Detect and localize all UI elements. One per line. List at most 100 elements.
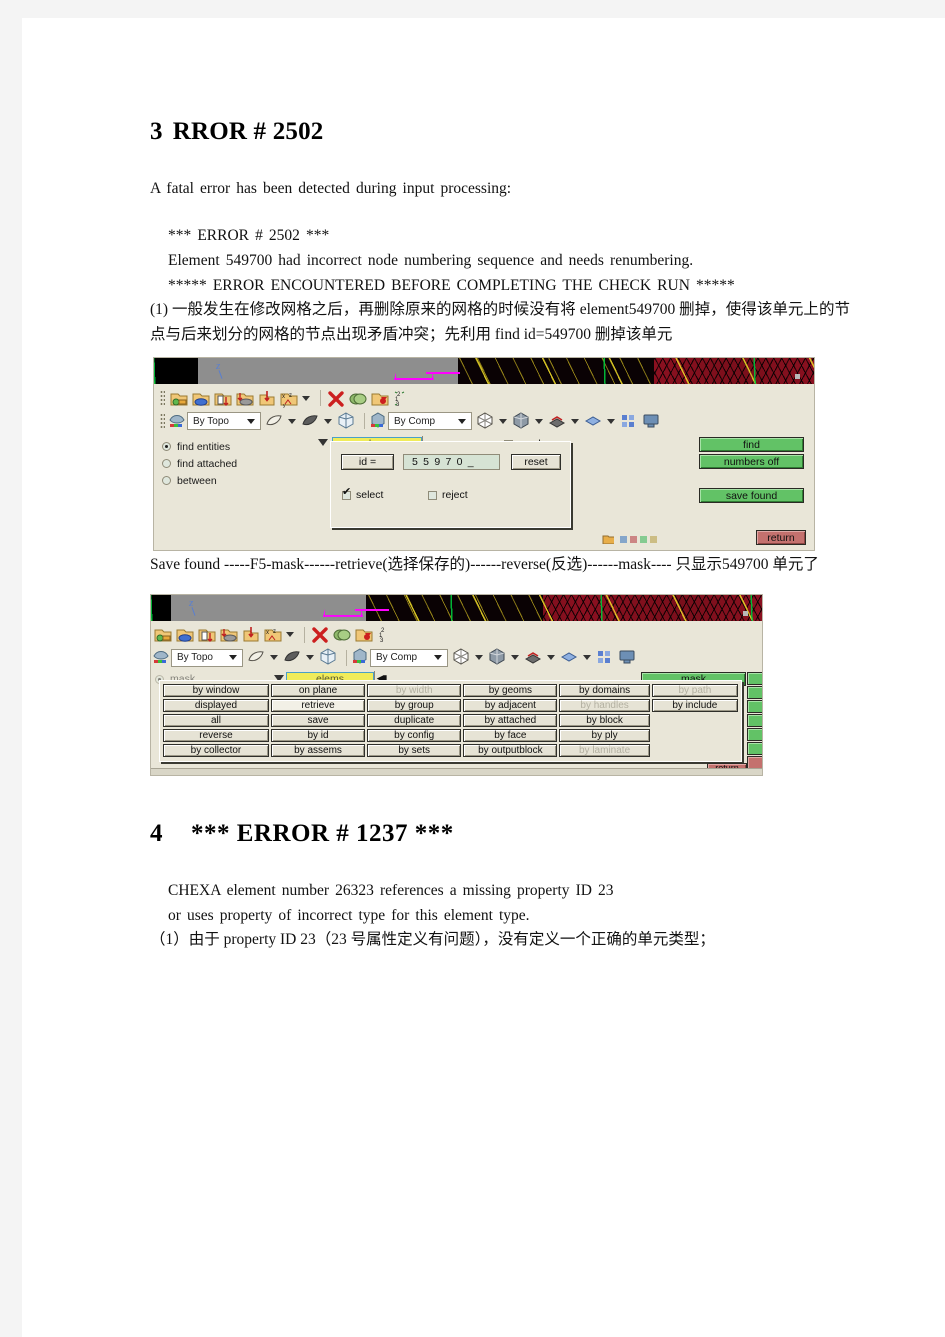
- grid-cell-by-face[interactable]: by face: [463, 728, 558, 742]
- surfaces-icon[interactable]: [301, 412, 321, 431]
- shaded-edges-caret-icon-b[interactable]: [547, 655, 555, 661]
- grid-cell-by-group[interactable]: by group: [367, 698, 462, 712]
- shaded-caret-icon-b[interactable]: [511, 655, 519, 661]
- grid-cell-by-collector[interactable]: by collector: [163, 743, 269, 757]
- select-mode-caret-icon-b[interactable]: [229, 655, 237, 661]
- stack-button-2[interactable]: [747, 685, 762, 699]
- entity-selector-caret-icon[interactable]: [318, 439, 328, 447]
- surface-caret-icon-b[interactable]: [270, 655, 278, 661]
- grid-cell-by-adjacent[interactable]: by adjacent: [463, 698, 558, 712]
- numbers-off-button[interactable]: numbers off: [699, 454, 804, 470]
- reject-checkbox-row[interactable]: reject: [428, 489, 468, 501]
- transparent-icon-b[interactable]: [560, 648, 580, 667]
- renumber-icon-b[interactable]: 2 1 3: [376, 625, 396, 644]
- toolbar-grip[interactable]: [160, 390, 165, 407]
- grid-cell-by-block[interactable]: by block: [559, 713, 650, 727]
- stack-button-4[interactable]: [747, 713, 762, 727]
- shaded-edges-icon-b[interactable]: [524, 648, 544, 667]
- surface-caret-icon[interactable]: [288, 418, 296, 424]
- save-found-button[interactable]: save found: [699, 488, 804, 504]
- radio-find-entities-icon[interactable]: [162, 442, 171, 452]
- monitor-icon-b[interactable]: [618, 648, 638, 667]
- grid-cell-by-config[interactable]: by config: [367, 728, 462, 742]
- select-mode-combo[interactable]: By Topo: [187, 412, 261, 431]
- stack-button-1[interactable]: [747, 671, 762, 685]
- surface-icon-b[interactable]: [247, 648, 267, 667]
- position-icon-b[interactable]: x z: [263, 625, 283, 644]
- solid-icon[interactable]: [337, 412, 357, 431]
- grid-cell-by-outputblock[interactable]: by outputblock: [463, 743, 558, 757]
- stack-button-6[interactable]: [747, 741, 762, 755]
- display-mode-combo[interactable]: By Comp: [388, 412, 472, 431]
- option-find-entities[interactable]: find entities: [162, 440, 237, 453]
- transparent-caret-icon-b[interactable]: [583, 655, 591, 661]
- select-mode-caret-icon[interactable]: [247, 418, 255, 424]
- grid-cell-displayed[interactable]: displayed: [163, 698, 269, 712]
- shaded-caret-icon[interactable]: [535, 418, 543, 424]
- select-mode-combo-b[interactable]: By Topo: [171, 648, 243, 667]
- grid-cell-save[interactable]: save: [270, 713, 366, 727]
- surfaces-caret-icon-b[interactable]: [306, 655, 314, 661]
- feature-icon[interactable]: [620, 412, 640, 431]
- return-button[interactable]: return: [756, 530, 806, 546]
- organize-icon-b[interactable]: [197, 625, 217, 644]
- grid-cell-by-window[interactable]: by window: [163, 683, 269, 697]
- grid-cell-by-geoms[interactable]: by geoms: [463, 683, 558, 697]
- create-component-icon[interactable]: [169, 389, 189, 408]
- select-checkbox-row[interactable]: select: [342, 487, 383, 501]
- reject-checkbox-icon[interactable]: [428, 490, 437, 500]
- grid-cell-duplicate[interactable]: duplicate: [367, 713, 462, 727]
- transparent-icon[interactable]: [584, 412, 604, 431]
- display-mode-combo-b[interactable]: By Comp: [370, 648, 448, 667]
- create-component-icon-b[interactable]: [153, 625, 173, 644]
- reflect-icon-b[interactable]: [219, 625, 239, 644]
- position-dropdown-caret-icon-b[interactable]: [286, 632, 294, 638]
- display-mode-caret-icon-b[interactable]: [434, 655, 442, 661]
- surface-icon[interactable]: [265, 412, 285, 431]
- option-find-attached[interactable]: find attached: [162, 457, 237, 470]
- grid-cell-by-include[interactable]: by include: [651, 698, 739, 712]
- radio-between-icon[interactable]: [162, 476, 171, 486]
- surfaces-caret-icon[interactable]: [324, 418, 332, 424]
- mask-icon[interactable]: [348, 389, 368, 408]
- toolbar-grip-2[interactable]: [160, 413, 165, 430]
- delete-icon[interactable]: [326, 389, 346, 408]
- transparent-caret-icon[interactable]: [607, 418, 615, 424]
- shaded-icon[interactable]: [512, 412, 532, 431]
- grid-cell-by-id[interactable]: by id: [270, 728, 366, 742]
- grid-cell-by-sets[interactable]: by sets: [367, 743, 462, 757]
- grid-cell-reverse[interactable]: reverse: [163, 728, 269, 742]
- grid-cell-all[interactable]: all: [163, 713, 269, 727]
- find-icon-b[interactable]: [354, 625, 374, 644]
- select-checkbox-icon[interactable]: [342, 487, 351, 500]
- grid-cell-by-attached[interactable]: by attached: [463, 713, 558, 727]
- wireframe-caret-icon[interactable]: [499, 418, 507, 424]
- mask-icon-b[interactable]: [332, 625, 352, 644]
- grid-cell-by-domains[interactable]: by domains: [559, 683, 650, 697]
- option-between[interactable]: between: [162, 474, 237, 487]
- shaded-edges-icon[interactable]: [548, 412, 568, 431]
- reflect-icon[interactable]: [235, 389, 255, 408]
- component-icon-b[interactable]: [175, 625, 195, 644]
- find-icon[interactable]: [370, 389, 390, 408]
- wireframe-icon-b[interactable]: [452, 648, 472, 667]
- stack-button-3[interactable]: [747, 699, 762, 713]
- stack-button-5[interactable]: [747, 727, 762, 741]
- id-button[interactable]: id =: [341, 454, 394, 471]
- shaded-edges-caret-icon[interactable]: [571, 418, 579, 424]
- shaded-icon-b[interactable]: [488, 648, 508, 667]
- monitor-icon[interactable]: [642, 412, 662, 431]
- translate-icon[interactable]: [257, 389, 277, 408]
- reset-button[interactable]: reset: [511, 454, 561, 471]
- display-mode-caret-icon[interactable]: [458, 418, 466, 424]
- find-button[interactable]: find: [699, 437, 804, 453]
- surfaces-icon-b[interactable]: [283, 648, 303, 667]
- feature-icon-b[interactable]: [596, 648, 616, 667]
- position-icon[interactable]: x z y: [279, 389, 299, 408]
- solid-icon-b[interactable]: [319, 648, 339, 667]
- grid-cell-retrieve[interactable]: retrieve: [270, 698, 366, 712]
- grid-cell-on-plane[interactable]: on plane: [270, 683, 366, 697]
- delete-icon-b[interactable]: [310, 625, 330, 644]
- wireframe-caret-icon-b[interactable]: [475, 655, 483, 661]
- translate-icon-b[interactable]: [241, 625, 261, 644]
